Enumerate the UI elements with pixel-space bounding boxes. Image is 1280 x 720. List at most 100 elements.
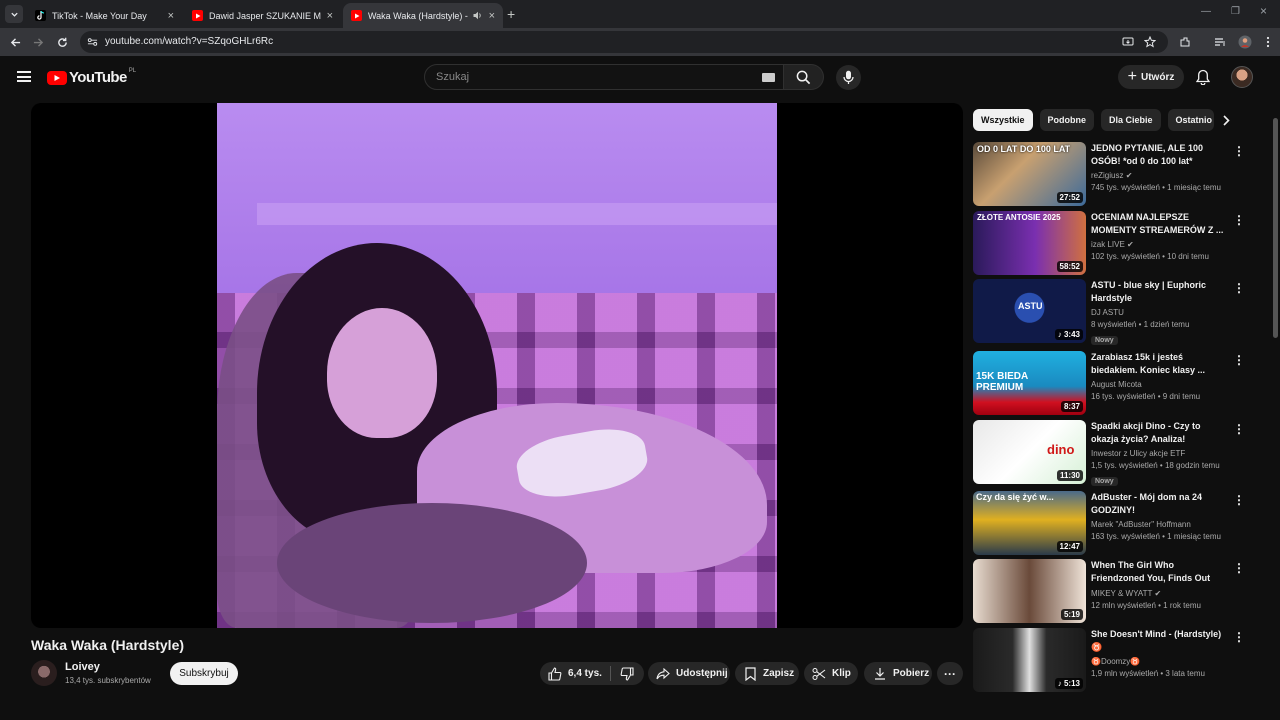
bookmark-icon [742,666,758,682]
chip-ostatnio[interactable]: Ostatnio [1167,109,1214,131]
duration-badge: 5:19 [1060,609,1083,620]
channel-avatar[interactable] [31,660,57,686]
channel-name[interactable]: Loivey [65,661,100,673]
video-thumbnail[interactable]: dino 11:30 [973,420,1086,484]
verified-icon: ✔ [1125,171,1133,180]
recommendation-channel[interactable]: MIKEY & WYATT ✔ [1091,589,1227,598]
save-button[interactable]: Zapisz [735,662,799,685]
recommendation-channel[interactable]: reZigiusz ✔ [1091,171,1227,180]
reload-icon[interactable] [54,34,70,50]
more-vertical-icon[interactable]: ⋮ [1233,353,1245,367]
speaker-icon[interactable] [473,11,483,20]
profile-icon[interactable] [1237,34,1253,50]
recommendation-views: 1,9 mln wyświetleń • 3 lata temu [1091,669,1205,678]
new-tab-button[interactable]: + [507,6,515,22]
new-badge: Nowy [1091,477,1118,486]
download-button[interactable]: Pobierz [864,662,932,685]
extensions-icon[interactable] [1177,34,1193,50]
chip-podobne[interactable]: Podobne [1039,109,1095,131]
recommendation-item[interactable]: OD 0 LAT DO 100 LAT 27:52 JEDNO PYTANIE,… [973,142,1253,206]
recommendation-views: 745 tys. wyświetleń • 1 miesiąc temu [1091,183,1221,192]
back-icon[interactable] [7,34,23,50]
more-actions-button[interactable]: ··· [937,662,963,685]
address-bar[interactable]: youtube.com/watch?v=SZqoGHLr6Rc [80,31,1168,53]
recommendation-item[interactable]: 5:19 When The Girl Who Friendzoned You, … [973,559,1253,623]
tab-dawid-jasper[interactable]: Dawid Jasper SZUKANIE MIŁOŚ × [184,3,341,28]
recommendation-channel[interactable]: ♉Doomzy♉ [1091,657,1227,666]
video-thumbnail[interactable]: 15K BIEDA PREMIUM 8:37 [973,351,1086,415]
close-window-icon[interactable]: × [1260,4,1267,18]
recommendation-channel[interactable]: DJ ASTU [1091,308,1227,317]
recommendation-item[interactable]: ♪ 5:13 She Doesn't Mind - (Hardstyle) ♉ … [973,628,1253,692]
youtube-page: YouTube PL Szukaj + Utwórz Waka Waka (Ha… [0,56,1280,720]
chip-wszystkie[interactable]: Wszystkie [973,109,1033,131]
close-tab-icon[interactable]: × [168,10,174,22]
keyboard-icon[interactable] [762,73,775,82]
recommendation-title[interactable]: OCENIAM NAJLEPSZE MOMENTY STREAMERÓW Z .… [1091,211,1227,237]
more-vertical-icon[interactable]: ⋮ [1233,561,1245,575]
tab-waka-waka[interactable]: Waka Waka (Hardstyle) - Yo × [343,3,503,28]
recommendation-title[interactable]: AdBuster - Mój dom na 24 GODZINY! [1091,491,1227,517]
more-vertical-icon[interactable]: ⋮ [1233,144,1245,158]
like-button[interactable]: 6,4 tys. [540,662,602,685]
chevron-right-icon[interactable] [1219,113,1233,127]
recommendation-title[interactable]: Spadki akcji Dino - Czy to okazja życia?… [1091,420,1227,446]
more-vertical-icon[interactable]: ⋮ [1233,493,1245,507]
youtube-play-icon [47,70,67,85]
tab-search-button[interactable] [5,5,23,23]
create-button[interactable]: + Utwórz [1118,65,1184,89]
duration-badge: ♪ 5:13 [1054,678,1083,689]
dislike-button[interactable] [619,666,640,682]
video-thumbnail[interactable]: ASTU ♪ 3:43 [973,279,1086,343]
voice-search-button[interactable] [836,65,861,90]
notifications-icon[interactable] [1195,68,1211,86]
minimize-icon[interactable]: — [1201,6,1211,17]
tab-tiktok[interactable]: TikTok - Make Your Day × [27,3,182,28]
recommendation-channel[interactable]: izak LIVE ✔ [1091,240,1227,249]
video-thumbnail[interactable]: Czy da się żyć w... 12:47 [973,491,1086,555]
more-vertical-icon[interactable]: ⋮ [1233,422,1245,436]
menu-icon[interactable] [17,71,31,82]
video-player[interactable] [31,103,963,628]
more-vertical-icon[interactable]: ⋮ [1233,213,1245,227]
account-avatar[interactable] [1231,66,1253,88]
recommendation-title[interactable]: She Doesn't Mind - (Hardstyle) ♉ [1091,628,1227,654]
search-icon [796,70,811,84]
clip-button[interactable]: Klip [804,662,858,685]
subscribe-button[interactable]: Subskrybuj [170,662,238,685]
maximize-icon[interactable]: ❐ [1231,6,1240,17]
recommendation-item[interactable]: ASTU ♪ 3:43 ASTU - blue sky | Euphoric H… [973,279,1253,345]
search-input[interactable]: Szukaj [424,64,784,90]
recommendation-item[interactable]: 15K BIEDA PREMIUM 8:37 Zarabiasz 15k i j… [973,351,1253,415]
site-info-icon[interactable] [85,35,99,49]
recommendation-title[interactable]: JEDNO PYTANIE, ALE 100 OSÓB! *od 0 do 10… [1091,142,1227,168]
video-thumbnail[interactable]: OD 0 LAT DO 100 LAT 27:52 [973,142,1086,206]
page-scrollbar[interactable] [1273,118,1278,338]
media-controls-icon[interactable] [1212,34,1228,50]
recommendation-item[interactable]: dino 11:30 Spadki akcji Dino - Czy to ok… [973,420,1253,486]
recommendation-title[interactable]: Zarabiasz 15k i jesteś biedakiem. Koniec… [1091,351,1227,377]
close-tab-icon[interactable]: × [489,10,495,22]
close-tab-icon[interactable]: × [327,10,333,22]
recommendation-title[interactable]: ASTU - blue sky | Euphoric Hardstyle [1091,279,1227,305]
youtube-logo[interactable]: YouTube PL [47,68,136,86]
more-vertical-icon[interactable]: ⋮ [1233,630,1245,644]
video-thumbnail[interactable]: ZŁOTE ANTOSIE 2025 58:52 [973,211,1086,275]
forward-icon[interactable] [30,34,46,50]
share-button[interactable]: Udostępnij [648,662,730,685]
video-thumbnail[interactable]: ♪ 5:13 [973,628,1086,692]
recommendation-channel[interactable]: Marek "AdBuster" Hoffmann [1091,520,1227,529]
browser-menu-icon[interactable] [1260,34,1276,50]
search-button[interactable] [784,64,824,90]
recommendation-title[interactable]: When The Girl Who Friendzoned You, Finds… [1091,559,1227,586]
more-vertical-icon[interactable]: ⋮ [1233,281,1245,295]
recommendation-channel[interactable]: Inwestor z Ulicy akcje ETF [1091,449,1227,458]
install-app-icon[interactable] [1121,35,1135,49]
recommendation-item[interactable]: Czy da się żyć w... 12:47 AdBuster - Mój… [973,491,1253,555]
chip-dla-ciebie[interactable]: Dla Ciebie [1101,109,1161,131]
recommendation-item[interactable]: ZŁOTE ANTOSIE 2025 58:52 OCENIAM NAJLEPS… [973,211,1253,275]
download-icon [872,666,888,682]
video-thumbnail[interactable]: 5:19 [973,559,1086,623]
bookmark-star-icon[interactable] [1143,35,1157,49]
recommendation-channel[interactable]: August Micota [1091,380,1227,389]
